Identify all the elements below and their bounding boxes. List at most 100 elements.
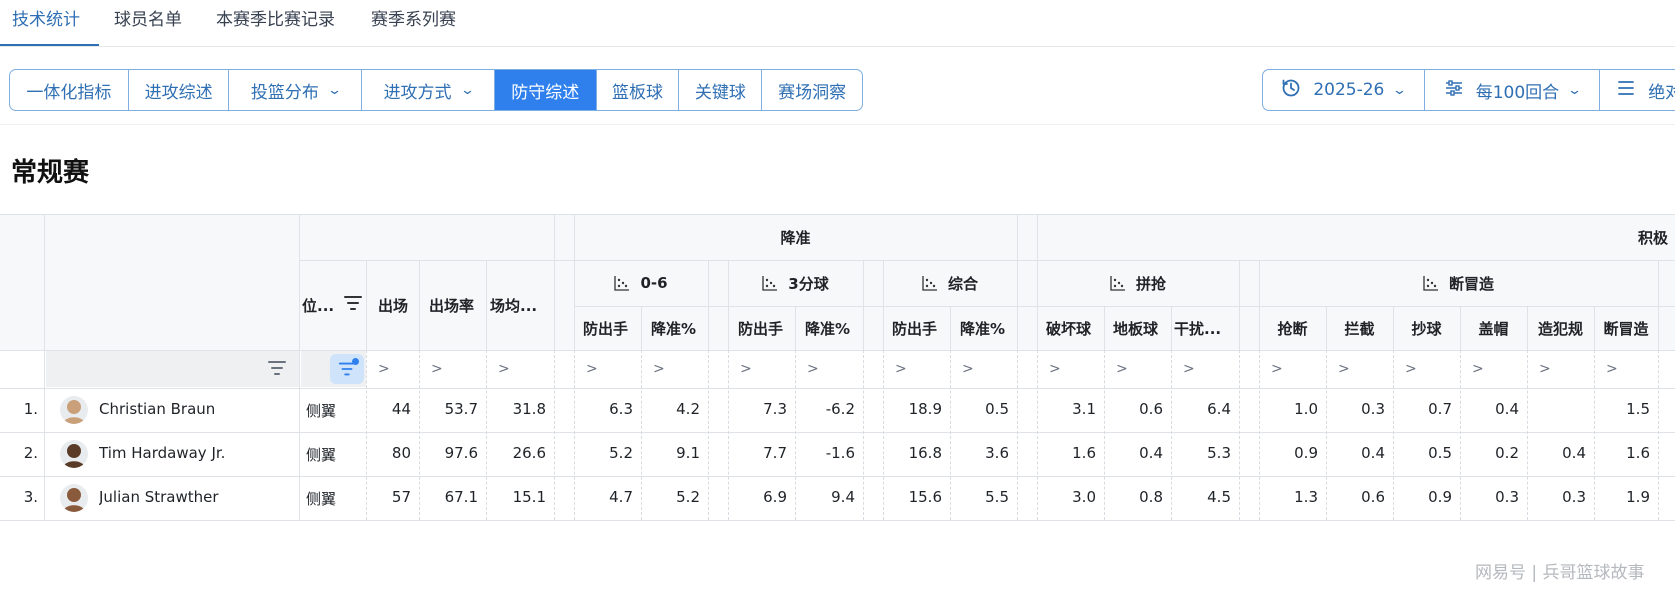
stat-contest: 6.4 xyxy=(1207,400,1231,418)
stat-deflect: 3.0 xyxy=(1072,488,1096,506)
active-tab-indicator xyxy=(0,44,99,46)
filter-blocks[interactable]: > xyxy=(1472,361,1484,377)
segment-clutch[interactable]: 关键球 xyxy=(679,70,763,110)
player-avatar xyxy=(60,396,88,424)
filter-contests[interactable]: > xyxy=(1183,361,1195,377)
col-header-min[interactable]: 场均... xyxy=(490,260,552,350)
filter-min[interactable]: > xyxy=(498,361,510,377)
player-position: 侧翼 xyxy=(306,490,337,508)
segment-shot-distribution[interactable]: 投篮分布 ⌄ xyxy=(229,70,363,110)
tab-stats[interactable]: 技术统计 xyxy=(12,0,80,47)
mode-select[interactable]: 绝对 xyxy=(1600,70,1675,110)
stat-d3-fga: 6.9 xyxy=(763,488,787,506)
category-segment-group: 一体化指标 进攻综述 投篮分布 ⌄ 进攻方式 ⌄ 防守综述 篮板球 关键球 赛场洞察 xyxy=(9,69,863,111)
col-border xyxy=(1658,350,1659,520)
col-header-gp[interactable]: 出场 xyxy=(378,260,418,350)
stat-dall-pct: 3.6 xyxy=(985,444,1009,462)
top-tab-bar: 技术统计 球员名单 本赛季比赛记录 赛季系列赛 xyxy=(0,0,1675,47)
col-header-contests[interactable]: 干扰... xyxy=(1174,306,1238,350)
stat-min: 15.1 xyxy=(512,488,546,506)
stat-chg: 0.5 xyxy=(1428,444,1452,462)
stat-dall-fga: 15.6 xyxy=(908,488,942,506)
chevron-down-icon: ⌄ xyxy=(1566,82,1583,98)
stat-chg: 0.7 xyxy=(1428,400,1452,418)
col-border xyxy=(486,260,487,350)
segment-label: 篮板球 xyxy=(612,82,664,103)
stat-d3-fga: 7.7 xyxy=(763,444,787,462)
col-header-d3-pct[interactable]: 降准% xyxy=(805,306,861,350)
segment-play-type[interactable]: 进攻方式 ⌄ xyxy=(362,70,495,110)
player-name[interactable]: Tim Hardaway Jr. xyxy=(99,444,294,462)
filter-d3-pct[interactable]: > xyxy=(807,361,819,377)
col-header-loose-balls[interactable]: 地板球 xyxy=(1113,306,1169,350)
col-border xyxy=(1239,350,1240,520)
stat-dall-fga: 16.8 xyxy=(908,444,942,462)
segment-offense-overview[interactable]: 进攻综述 xyxy=(129,70,230,110)
segment-label: 防守综述 xyxy=(511,82,580,103)
tab-game-log[interactable]: 本赛季比赛记录 xyxy=(216,0,335,47)
filter-deflections[interactable]: > xyxy=(1049,361,1061,377)
player-avatar xyxy=(60,484,88,512)
history-icon xyxy=(1281,78,1301,103)
stat-d06-pct: 5.2 xyxy=(676,488,700,506)
col-border xyxy=(44,214,45,520)
stat-d3-pct: -6.2 xyxy=(825,400,855,418)
player-name[interactable]: Julian Strawther xyxy=(99,488,294,506)
section-title: 常规赛 xyxy=(11,158,90,188)
segment-integrated[interactable]: 一体化指标 xyxy=(10,70,129,110)
col-header-d06-pct[interactable]: 降准% xyxy=(651,306,707,350)
filter-loose-balls[interactable]: > xyxy=(1116,361,1128,377)
tab-roster[interactable]: 球员名单 xyxy=(114,0,182,47)
tab-season-series[interactable]: 赛季系列赛 xyxy=(371,0,456,47)
filter-gp-pct[interactable]: > xyxy=(431,361,443,377)
segment-label: 一体化指标 xyxy=(26,82,112,103)
col-header-disruption[interactable]: 断冒造 xyxy=(1594,306,1658,350)
col-header-steals[interactable]: 抢断 xyxy=(1259,306,1326,350)
col-header-fouls-drawn[interactable]: 造犯规 xyxy=(1527,306,1594,350)
row-border xyxy=(0,432,1675,433)
filter-d3-fga[interactable]: > xyxy=(740,361,752,377)
segment-court-insights[interactable]: 赛场洞察 xyxy=(762,70,862,110)
stat-blk: 0.4 xyxy=(1361,444,1385,462)
player-name[interactable]: Christian Braun xyxy=(99,400,294,418)
filter-d06-pct[interactable]: > xyxy=(653,361,665,377)
col-border xyxy=(1104,306,1105,350)
season-select[interactable]: 2025-26 ⌄ xyxy=(1263,70,1425,110)
col-header-blocks[interactable]: 盖帽 xyxy=(1460,306,1527,350)
col-header-deflections[interactable]: 破坏球 xyxy=(1046,306,1102,350)
filter-dall-fga[interactable]: > xyxy=(895,361,907,377)
player-avatar xyxy=(60,440,88,468)
col-header-gp-pct[interactable]: 出场率 xyxy=(429,260,485,350)
col-header-strips[interactable]: 抄球 xyxy=(1393,306,1460,350)
col-border xyxy=(641,306,642,350)
name-filter-icon[interactable] xyxy=(266,357,290,381)
filter-strips[interactable]: > xyxy=(1405,361,1417,377)
filter-steals[interactable]: > xyxy=(1271,361,1283,377)
col-header-d06-fga[interactable]: 防出手 xyxy=(583,306,639,350)
scatter-icon xyxy=(922,276,937,291)
filter-icon[interactable] xyxy=(342,292,364,314)
filter-dall-pct[interactable]: > xyxy=(962,361,974,377)
col-header-d3-fga[interactable]: 防出手 xyxy=(738,306,794,350)
filter-d06-fga[interactable]: > xyxy=(586,361,598,377)
filter-gp[interactable]: > xyxy=(378,361,390,377)
col-header-dall-pct[interactable]: 降准% xyxy=(960,306,1016,350)
stat-blk: 0.3 xyxy=(1361,400,1385,418)
segment-rebounds[interactable]: 篮板球 xyxy=(597,70,680,110)
stat-foul: 0.4 xyxy=(1562,444,1586,462)
segment-defense-overview[interactable]: 防守综述 xyxy=(494,70,597,110)
col-border xyxy=(708,350,709,520)
col-border xyxy=(299,214,300,520)
filter-disruption[interactable]: > xyxy=(1606,361,1618,377)
col-border xyxy=(1239,260,1240,350)
per-mode-select[interactable]: 每100回合 ⌄ xyxy=(1425,70,1601,110)
col-header-position[interactable]: 位... xyxy=(302,260,342,350)
position-filter-active-button[interactable] xyxy=(330,354,364,384)
per-mode-value: 每100回合 xyxy=(1475,82,1560,103)
col-header-blocks-intercept[interactable]: 拦截 xyxy=(1326,306,1393,350)
sliders-icon xyxy=(1444,78,1464,103)
filter-fouls-drawn[interactable]: > xyxy=(1539,361,1551,377)
player-position: 侧翼 xyxy=(306,446,337,464)
filter-blocks-intercept[interactable]: > xyxy=(1338,361,1350,377)
col-header-dall-fga[interactable]: 防出手 xyxy=(892,306,948,350)
